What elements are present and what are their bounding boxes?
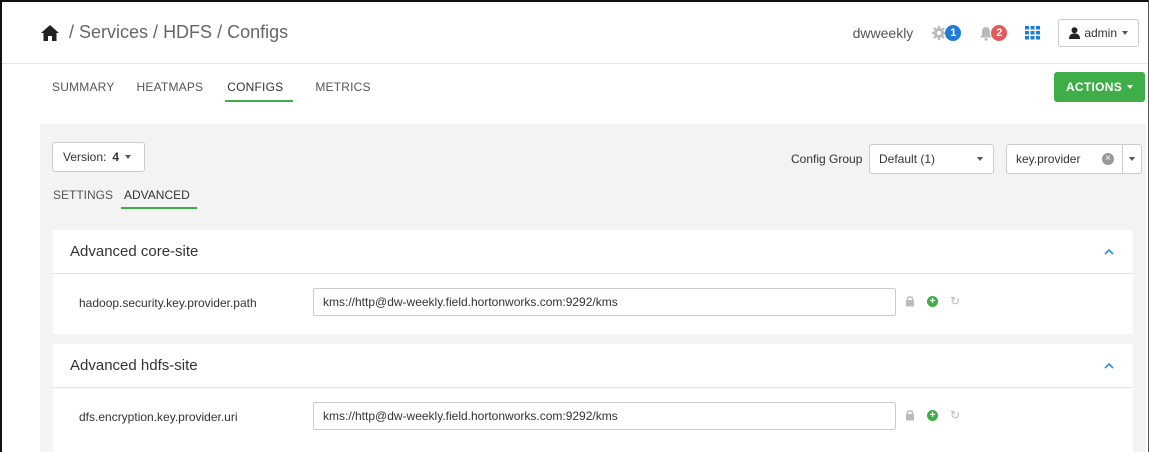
home-icon[interactable] [40, 24, 60, 42]
caret-down-icon [125, 155, 132, 159]
property-actions: + ↻ [905, 294, 972, 308]
header-right: dwweekly 1 2 admin [853, 18, 1148, 48]
config-group-value: Default (1) [879, 152, 936, 166]
clear-filter-icon[interactable]: × [1102, 153, 1114, 165]
background-ops-button[interactable]: 1 [931, 25, 962, 41]
property-name: dfs.encryption.key.provider.uri [79, 410, 238, 424]
filter-value: key.provider [1016, 152, 1081, 166]
actions-label: ACTIONS [1065, 80, 1123, 94]
property-actions: + ↻ [905, 408, 972, 422]
undo-icon[interactable]: ↻ [950, 294, 960, 308]
property-value-input[interactable]: kms://http@dw-weekly.field.hortonworks.c… [313, 402, 896, 430]
caret-down-icon [1127, 85, 1134, 89]
caret-down-icon [1122, 31, 1128, 35]
config-subtabs: SETTINGS ADVANCED [53, 188, 205, 209]
property-row: hadoop.security.key.provider.path kms://… [53, 274, 1133, 330]
top-bar: / Services / HDFS / Configs dwweekly 1 2… [2, 2, 1148, 64]
version-dropdown[interactable]: Version: 4 [52, 142, 145, 172]
service-tabs: SUMMARY HEATMAPS CONFIGS METRICS [52, 80, 393, 102]
panel-title: Advanced hdfs-site [70, 357, 198, 374]
tab-configs[interactable]: CONFIGS [225, 80, 294, 102]
alerts-count-badge: 2 [991, 25, 1008, 41]
config-group-label: Config Group [791, 152, 863, 166]
breadcrumb-services[interactable]: Services [79, 22, 148, 43]
property-row: dfs.encryption.key.provider.uri kms://ht… [53, 388, 1133, 444]
add-override-icon[interactable]: + [927, 295, 938, 307]
lock-icon[interactable] [905, 409, 915, 421]
subtab-advanced[interactable]: ADVANCED [121, 188, 197, 209]
property-value-input[interactable]: kms://http@dw-weekly.field.hortonworks.c… [313, 288, 896, 316]
subtab-settings[interactable]: SETTINGS [53, 188, 113, 209]
views-menu-button[interactable] [1025, 26, 1041, 40]
panel-title: Advanced core-site [70, 243, 199, 260]
version-label: Version: [63, 150, 107, 164]
version-value: 4 [112, 150, 120, 164]
user-name: admin [1084, 26, 1117, 40]
chevron-up-icon[interactable] [1103, 360, 1115, 372]
add-override-icon[interactable]: + [927, 409, 938, 421]
alerts-button[interactable]: 2 [979, 25, 1008, 41]
undo-icon[interactable]: ↻ [950, 408, 960, 422]
breadcrumb-separator: / [148, 22, 164, 42]
tab-summary[interactable]: SUMMARY [52, 80, 115, 102]
filter-input[interactable]: key.provider × [1006, 144, 1122, 174]
caret-down-icon [977, 157, 983, 161]
breadcrumb-separator: / [64, 22, 80, 42]
user-menu-button[interactable]: admin [1058, 19, 1139, 47]
config-group-select[interactable]: Default (1) [869, 144, 994, 174]
panel-advanced-core-site: Advanced core-site hadoop.security.key.p… [53, 230, 1133, 334]
breadcrumb-configs: Configs [227, 22, 289, 42]
cluster-name: dwweekly [852, 25, 914, 41]
breadcrumb-separator: / [212, 22, 228, 42]
breadcrumb: / Services / HDFS / Configs [40, 22, 288, 43]
configs-content: Version: 4 Config Group Default (1) key.… [40, 124, 1146, 452]
ops-count-badge: 1 [945, 25, 962, 41]
grid-icon [1025, 26, 1041, 40]
panel-header[interactable]: Advanced hdfs-site [53, 344, 1133, 388]
filter-dropdown-button[interactable] [1122, 144, 1142, 174]
property-name: hadoop.security.key.provider.path [79, 296, 257, 310]
panel-header[interactable]: Advanced core-site [53, 230, 1133, 274]
panel-advanced-hdfs-site: Advanced hdfs-site dfs.encryption.key.pr… [53, 344, 1133, 452]
chevron-up-icon[interactable] [1103, 246, 1115, 258]
user-icon [1069, 27, 1081, 39]
caret-down-icon [1129, 157, 1135, 161]
tab-heatmaps[interactable]: HEATMAPS [137, 80, 204, 102]
tab-metrics[interactable]: METRICS [315, 80, 370, 102]
lock-icon[interactable] [905, 295, 915, 307]
actions-button[interactable]: ACTIONS [1054, 72, 1145, 102]
breadcrumb-hdfs[interactable]: HDFS [163, 22, 212, 43]
